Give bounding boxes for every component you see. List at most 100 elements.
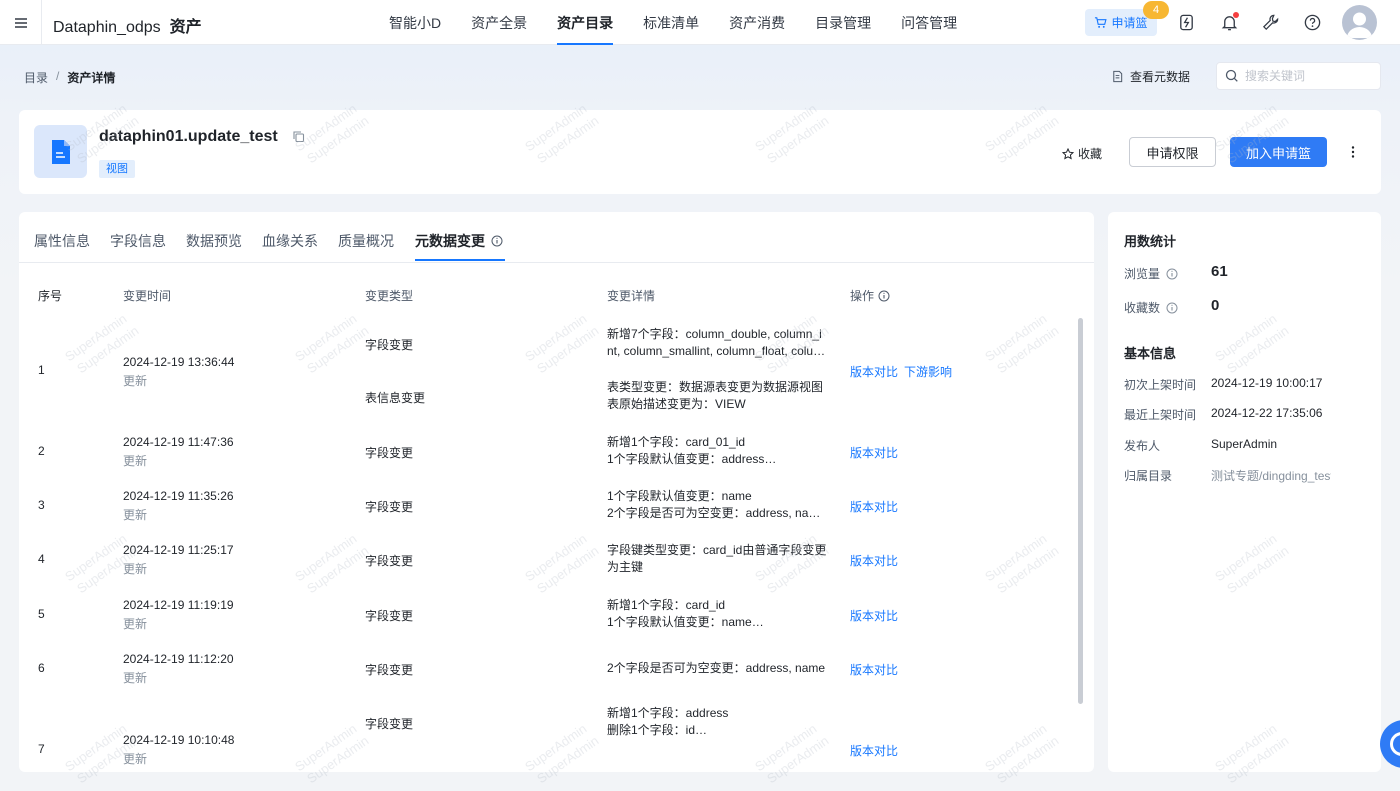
copy-name-button[interactable] xyxy=(292,130,305,143)
publisher-label: 发布人 xyxy=(1124,439,1161,453)
nav-ai-assistant[interactable]: 智能小D xyxy=(374,0,456,45)
row-change-kind: 更新 xyxy=(123,752,148,766)
favorites-count: 0 xyxy=(1211,297,1220,314)
nav-standard-list[interactable]: 标准清单 xyxy=(628,0,714,45)
version-compare-link[interactable]: 版本对比 xyxy=(850,552,898,569)
row-change-detail-line: 新增1个字段：card_id xyxy=(607,598,726,612)
breadcrumb-root[interactable]: 目录 xyxy=(24,69,48,86)
views-label: 浏览量 xyxy=(1124,265,1178,282)
basic-info-title: 基本信息 xyxy=(1124,346,1177,361)
asset-type-tag: 视图 xyxy=(99,160,135,178)
info-icon xyxy=(1166,268,1178,279)
version-compare-link[interactable]: 版本对比 xyxy=(850,363,898,380)
last-listed-value: 2024-12-22 17:35:06 xyxy=(1211,406,1323,420)
active-tab-indicator xyxy=(415,259,505,261)
row-change-detail-line: 为主键 xyxy=(607,560,644,574)
tab-data-preview[interactable]: 数据预览 xyxy=(186,231,242,251)
version-compare-link[interactable]: 版本对比 xyxy=(850,607,898,624)
menu-icon xyxy=(14,17,27,28)
catalog-value[interactable]: 测试专题/dingding_test xyxy=(1211,467,1331,484)
version-compare-link[interactable]: 版本对比 xyxy=(850,661,898,678)
version-compare-link[interactable]: 版本对比 xyxy=(850,498,898,515)
row-change-type: 字段变更 xyxy=(365,717,414,731)
row-change-detail-line: 1个字段默认值变更：name… xyxy=(607,615,764,629)
row-change-kind: 更新 xyxy=(123,374,148,388)
cart-label: 申请篮 xyxy=(1111,16,1148,30)
publisher-value: SuperAdmin xyxy=(1211,437,1278,451)
row-time: 2024-12-19 11:47:36 xyxy=(123,435,234,449)
tools-button[interactable] xyxy=(1261,13,1280,32)
row-change-kind: 更新 xyxy=(123,671,148,685)
row-change-detail-line: 1个字段默认值变更：address… xyxy=(607,452,777,466)
tab-fields[interactable]: 字段信息 xyxy=(110,231,166,251)
tab-lineage[interactable]: 血缘关系 xyxy=(262,231,318,251)
cart-icon xyxy=(1095,17,1108,28)
nav-asset-catalog[interactable]: 资产目录 xyxy=(542,0,628,45)
nav-asset-overview[interactable]: 资产全景 xyxy=(456,0,542,45)
apply-permission-button[interactable]: 申请权限 xyxy=(1129,137,1216,167)
row-change-type: 字段变更 xyxy=(365,446,414,460)
breadcrumb: 目录 / 资产详情 xyxy=(24,69,115,86)
asset-header-card: dataphin01.update_test 视图 收藏 申请权限 加入申请篮 xyxy=(19,110,1381,194)
column-header-type: 变更类型 xyxy=(365,289,414,303)
help-button[interactable] xyxy=(1303,13,1322,32)
row-time: 2024-12-19 11:35:26 xyxy=(123,489,234,503)
row-change-type: 字段变更 xyxy=(365,554,414,568)
asset-info-panel: 用数统计 浏览量 61 收藏数 0 基本信息 初次上架时间 2024-12-19… xyxy=(1108,212,1381,772)
nav-catalog-management[interactable]: 目录管理 xyxy=(800,0,886,45)
detail-tabs: 属性信息 字段信息 数据预览 血缘关系 质量概况 元数据变更 xyxy=(19,212,1094,263)
row-change-detail-line: 表原始描述变更为：VIEW xyxy=(607,397,746,411)
version-compare-link[interactable]: 版本对比 xyxy=(850,444,898,461)
row-change-detail-line: 1个字段默认值变更：name xyxy=(607,489,752,503)
row-index: 7 xyxy=(38,742,45,756)
row-change-detail-line: 新增1个字段：address xyxy=(607,706,729,720)
row-index: 5 xyxy=(38,607,45,621)
row-change-detail-line: 新增7个字段：column_double, column_i xyxy=(607,327,822,341)
row-change-detail-line: 新增1个字段：card_01_id xyxy=(607,435,746,449)
row-change-kind: 更新 xyxy=(123,562,148,576)
top-bar: Dataphin_odps 资产 智能小D 资产全景 资产目录 标准清单 资产消费… xyxy=(0,0,1400,45)
search-icon xyxy=(1225,69,1238,82)
search-box[interactable] xyxy=(1216,62,1381,90)
tab-metadata-changes[interactable]: 元数据变更 xyxy=(415,231,503,251)
app-name: Dataphin_odps xyxy=(53,19,161,36)
user-avatar[interactable] xyxy=(1342,5,1377,40)
info-icon xyxy=(878,290,890,302)
search-input[interactable] xyxy=(1245,69,1375,83)
breadcrumb-separator: / xyxy=(56,69,60,83)
tab-quality[interactable]: 质量概况 xyxy=(338,231,394,251)
row-change-kind: 更新 xyxy=(123,454,148,468)
row-change-detail-line: 2个字段是否可为空变更：address, na… xyxy=(607,506,821,520)
app-section: 资产 xyxy=(169,19,202,36)
row-change-kind: 更新 xyxy=(123,617,148,631)
document-icon xyxy=(51,139,70,164)
row-change-detail-line: 表类型变更：数据源表变更为数据源视图 xyxy=(607,380,824,394)
column-header-index: 序号 xyxy=(38,289,63,303)
nav-qa-management[interactable]: 问答管理 xyxy=(886,0,972,45)
row-time: 2024-12-19 11:19:19 xyxy=(123,598,234,612)
info-icon xyxy=(1166,302,1178,313)
nav-asset-consumption[interactable]: 资产消费 xyxy=(714,0,800,45)
favorite-button[interactable]: 收藏 xyxy=(1062,145,1102,162)
usage-stats-title: 用数统计 xyxy=(1124,234,1177,249)
row-change-type: 表信息变更 xyxy=(365,391,426,405)
table-scrollbar[interactable] xyxy=(1078,318,1083,704)
tab-attributes[interactable]: 属性信息 xyxy=(34,231,90,251)
add-to-basket-button[interactable]: 加入申请篮 xyxy=(1230,137,1327,167)
downstream-impact-link[interactable]: 下游影响 xyxy=(904,363,952,380)
help-icon xyxy=(1304,14,1321,31)
version-compare-link[interactable]: 版本对比 xyxy=(850,742,898,759)
menu-button[interactable] xyxy=(0,0,42,45)
assistant-float-button[interactable] xyxy=(1380,720,1400,768)
view-metadata-button[interactable]: 查看元数据 xyxy=(1111,68,1190,85)
views-label-text: 浏览量 xyxy=(1124,267,1161,281)
row-time: 2024-12-19 11:12:20 xyxy=(123,652,234,666)
row-change-type: 字段变更 xyxy=(365,500,414,514)
row-change-detail-line: 字段键类型变更：card_id由普通字段变更 xyxy=(607,543,827,557)
row-time: 2024-12-19 13:36:44 xyxy=(123,355,235,369)
last-listed-label: 最近上架时间 xyxy=(1124,408,1197,422)
row-time: 2024-12-19 10:10:48 xyxy=(123,733,235,747)
more-button[interactable] xyxy=(1345,144,1361,160)
quick-action-button[interactable] xyxy=(1177,13,1196,32)
row-index: 6 xyxy=(38,661,45,675)
